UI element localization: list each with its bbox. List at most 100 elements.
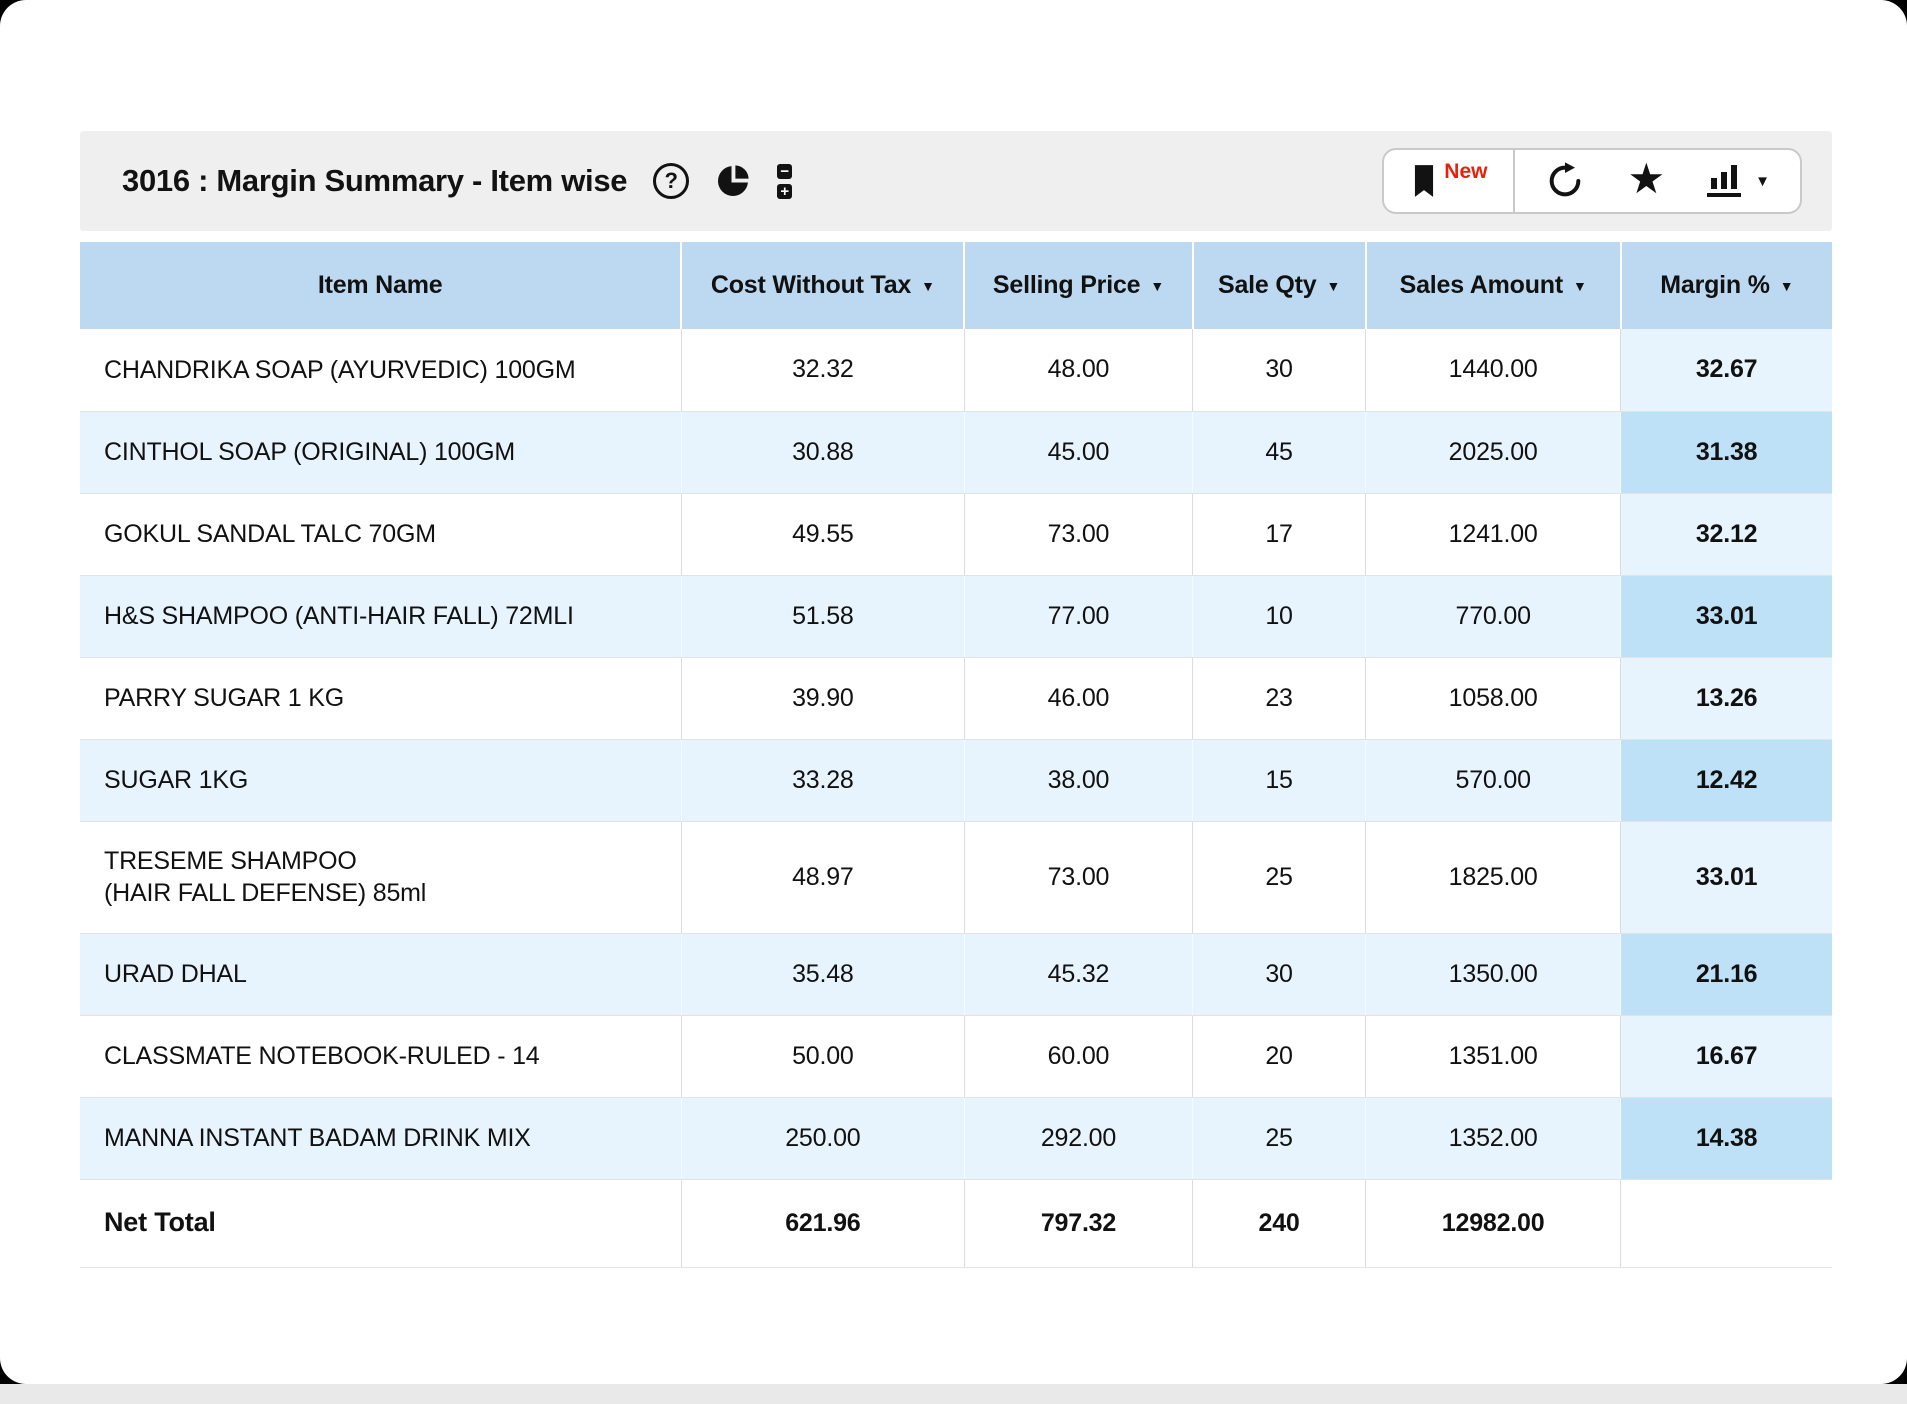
cost-cell: 35.48 xyxy=(681,933,964,1015)
summary-grid-icon[interactable]: − + xyxy=(777,163,815,199)
price-cell: 48.00 xyxy=(964,329,1192,411)
cost-cell: 50.00 xyxy=(681,1015,964,1097)
margin-cell: 33.01 xyxy=(1621,821,1832,933)
report-card: 3016 : Margin Summary - Item wise ? − + xyxy=(0,0,1907,1384)
price-cell: 73.00 xyxy=(964,493,1192,575)
price-cell: 60.00 xyxy=(964,1015,1192,1097)
bookmark-button[interactable]: New xyxy=(1384,150,1513,212)
price-cell: 46.00 xyxy=(964,657,1192,739)
cost-cell: 49.55 xyxy=(681,493,964,575)
table-row: TRESEME SHAMPOO (HAIR FALL DEFENSE) 85ml… xyxy=(80,821,1832,933)
qty-cell: 30 xyxy=(1193,329,1366,411)
chevron-down-icon: ▼ xyxy=(1755,173,1770,190)
amount-cell: 1241.00 xyxy=(1366,493,1621,575)
sort-caret-icon: ▼ xyxy=(921,278,935,294)
margin-cell: 32.67 xyxy=(1621,329,1832,411)
pie-chart-glyph xyxy=(715,163,751,199)
margin-summary-table: Item Name Cost Without Tax▼ Selling Pric… xyxy=(80,242,1832,1268)
window-bottom-strip xyxy=(0,1384,1907,1404)
amount-cell: 2025.00 xyxy=(1366,411,1621,493)
item-name-cell: PARRY SUGAR 1 KG xyxy=(80,657,681,739)
margin-cell: 31.38 xyxy=(1621,411,1832,493)
net-total-price: 797.32 xyxy=(964,1179,1192,1267)
qty-cell: 45 xyxy=(1193,411,1366,493)
table-row: CLASSMATE NOTEBOOK-RULED - 14 50.00 60.0… xyxy=(80,1015,1832,1097)
chart-view-button[interactable]: ▼ xyxy=(1707,165,1770,197)
table-row: SUGAR 1KG 33.28 38.00 15 570.00 12.42 xyxy=(80,739,1832,821)
cost-cell: 39.90 xyxy=(681,657,964,739)
table-row: MANNA INSTANT BADAM DRINK MIX 250.00 292… xyxy=(80,1097,1832,1179)
cost-cell: 32.32 xyxy=(681,329,964,411)
column-header-selling-price[interactable]: Selling Price▼ xyxy=(964,242,1192,329)
amount-cell: 570.00 xyxy=(1366,739,1621,821)
grid-minus-cell: − xyxy=(777,164,792,179)
table-row: PARRY SUGAR 1 KG 39.90 46.00 23 1058.00 … xyxy=(80,657,1832,739)
item-name-cell: CLASSMATE NOTEBOOK-RULED - 14 xyxy=(80,1015,681,1097)
column-header-sales-amount[interactable]: Sales Amount▼ xyxy=(1366,242,1621,329)
report-title-bar: 3016 : Margin Summary - Item wise ? − + xyxy=(80,131,1832,231)
qty-cell: 17 xyxy=(1193,493,1366,575)
item-name-cell: MANNA INSTANT BADAM DRINK MIX xyxy=(80,1097,681,1179)
qty-cell: 23 xyxy=(1193,657,1366,739)
price-cell: 73.00 xyxy=(964,821,1192,933)
refresh-button[interactable] xyxy=(1545,161,1585,201)
help-icon[interactable]: ? xyxy=(653,163,689,199)
net-total-amount: 12982.00 xyxy=(1366,1179,1621,1267)
favorite-button[interactable]: ★ xyxy=(1627,160,1665,202)
price-cell: 38.00 xyxy=(964,739,1192,821)
qty-cell: 10 xyxy=(1193,575,1366,657)
margin-cell: 16.67 xyxy=(1621,1015,1832,1097)
cost-cell: 51.58 xyxy=(681,575,964,657)
table-row: CINTHOL SOAP (ORIGINAL) 100GM 30.88 45.0… xyxy=(80,411,1832,493)
margin-cell: 12.42 xyxy=(1621,739,1832,821)
item-name-cell: SUGAR 1KG xyxy=(80,739,681,821)
table-header-row: Item Name Cost Without Tax▼ Selling Pric… xyxy=(80,242,1832,329)
margin-cell: 33.01 xyxy=(1621,575,1832,657)
table-row: URAD DHAL 35.48 45.32 30 1350.00 21.16 xyxy=(80,933,1832,1015)
amount-cell: 1825.00 xyxy=(1366,821,1621,933)
margin-cell: 13.26 xyxy=(1621,657,1832,739)
column-header-cost-without-tax[interactable]: Cost Without Tax▼ xyxy=(681,242,964,329)
column-header-sale-qty[interactable]: Sale Qty▼ xyxy=(1193,242,1366,329)
toolbar: New ★ xyxy=(1382,148,1802,214)
price-cell: 292.00 xyxy=(964,1097,1192,1179)
price-cell: 45.00 xyxy=(964,411,1192,493)
cost-cell: 33.28 xyxy=(681,739,964,821)
net-total-label: Net Total xyxy=(80,1179,681,1267)
sort-caret-icon: ▼ xyxy=(1780,278,1794,294)
new-badge: New xyxy=(1444,160,1487,184)
page-title: 3016 : Margin Summary - Item wise xyxy=(122,163,627,199)
item-name-cell: URAD DHAL xyxy=(80,933,681,1015)
table-row: H&S SHAMPOO (ANTI-HAIR FALL) 72MLI 51.58… xyxy=(80,575,1832,657)
star-icon: ★ xyxy=(1627,158,1665,200)
table-row: CHANDRIKA SOAP (AYURVEDIC) 100GM 32.32 4… xyxy=(80,329,1832,411)
report-content: 3016 : Margin Summary - Item wise ? − + xyxy=(80,131,1832,1268)
item-name-cell: H&S SHAMPOO (ANTI-HAIR FALL) 72MLI xyxy=(80,575,681,657)
sort-caret-icon: ▼ xyxy=(1150,278,1164,294)
price-cell: 45.32 xyxy=(964,933,1192,1015)
qty-cell: 20 xyxy=(1193,1015,1366,1097)
price-cell: 77.00 xyxy=(964,575,1192,657)
help-glyph: ? xyxy=(665,170,678,192)
margin-cell: 21.16 xyxy=(1621,933,1832,1015)
net-total-cost: 621.96 xyxy=(681,1179,964,1267)
pie-chart-icon[interactable] xyxy=(715,163,751,199)
qty-cell: 15 xyxy=(1193,739,1366,821)
bar-chart-icon xyxy=(1707,165,1741,197)
amount-cell: 1352.00 xyxy=(1366,1097,1621,1179)
column-header-margin-pct[interactable]: Margin %▼ xyxy=(1621,242,1832,329)
net-total-margin xyxy=(1621,1179,1832,1267)
item-name-cell: CHANDRIKA SOAP (AYURVEDIC) 100GM xyxy=(80,329,681,411)
cost-cell: 30.88 xyxy=(681,411,964,493)
sort-caret-icon: ▼ xyxy=(1573,278,1587,294)
bookmark-icon xyxy=(1410,164,1438,198)
item-name-cell: TRESEME SHAMPOO (HAIR FALL DEFENSE) 85ml xyxy=(80,821,681,933)
sort-caret-icon: ▼ xyxy=(1326,278,1340,294)
item-name-cell: CINTHOL SOAP (ORIGINAL) 100GM xyxy=(80,411,681,493)
amount-cell: 770.00 xyxy=(1366,575,1621,657)
title-group: 3016 : Margin Summary - Item wise ? − + xyxy=(122,163,815,199)
screen: 3016 : Margin Summary - Item wise ? − + xyxy=(0,0,1907,1404)
amount-cell: 1058.00 xyxy=(1366,657,1621,739)
item-name-cell: GOKUL SANDAL TALC 70GM xyxy=(80,493,681,575)
column-header-item-name: Item Name xyxy=(80,242,681,329)
